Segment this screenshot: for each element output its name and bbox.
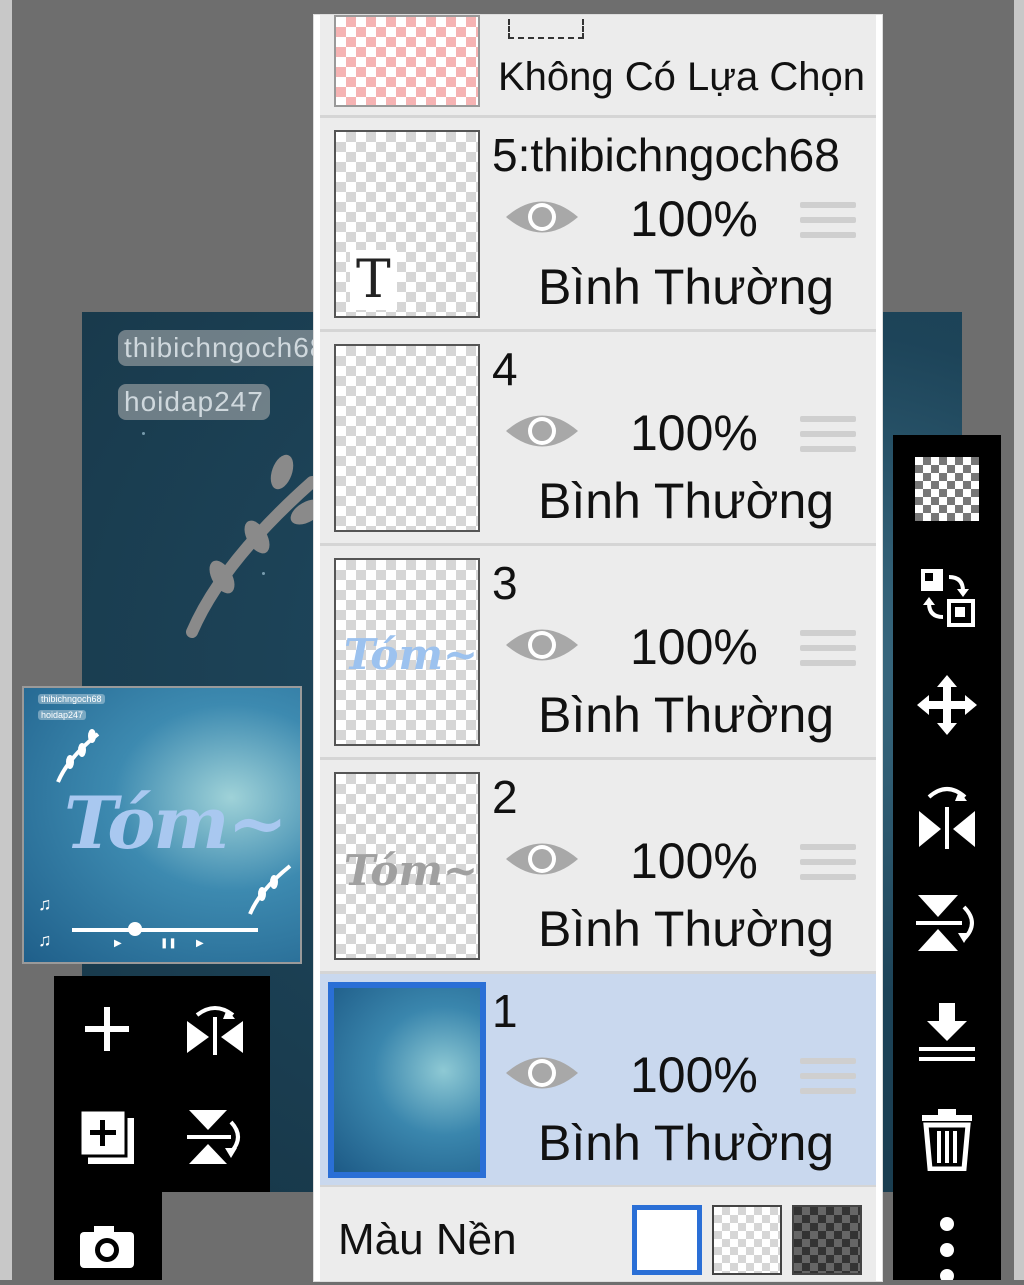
preview-title-text: Tóm~ (64, 780, 288, 865)
pause-icon: ❚❚ (160, 938, 177, 949)
next-icon: ▶ (196, 938, 204, 949)
flip-vertical-icon[interactable] (907, 883, 987, 963)
flip-vertical-icon[interactable] (180, 1102, 250, 1172)
layer-blend-mode[interactable]: Bình Thường (538, 258, 834, 316)
layer-name: 3 (492, 557, 518, 609)
swap-layers-icon[interactable] (907, 557, 987, 637)
layer-blend-mode[interactable]: Bình Thường (538, 472, 834, 530)
layer-thumbnail (334, 344, 480, 532)
thumbnail-text: Tóm~ (344, 630, 479, 679)
camera-icon[interactable] (72, 1212, 142, 1282)
left-toolbar-bottom (54, 1192, 162, 1280)
layer-opacity[interactable]: 100% (630, 832, 758, 890)
screen-edge-right (1014, 0, 1024, 1280)
screen-edge-left (0, 0, 12, 1280)
layer-thumbnail: Tóm~ (334, 772, 480, 960)
preview-watermark: thibichngoch68 (38, 694, 105, 704)
visibility-eye-icon[interactable] (504, 622, 580, 668)
duplicate-layer-icon[interactable] (72, 1102, 142, 1172)
drag-handle-icon[interactable] (800, 416, 856, 461)
selection-layer-row[interactable]: Không Có Lựa Chọn (320, 15, 876, 118)
layers-panel: Không Có Lựa Chọn T 5:thibichngoch68 100… (313, 14, 883, 1282)
visibility-eye-icon[interactable] (504, 194, 580, 240)
visibility-eye-icon[interactable] (504, 1050, 580, 1096)
more-vertical-icon[interactable] (907, 1205, 987, 1285)
transparency-checker-icon[interactable] (907, 449, 987, 529)
drag-handle-icon[interactable] (800, 1058, 856, 1103)
layer-blend-mode[interactable]: Bình Thường (538, 900, 834, 958)
background-white-swatch[interactable] (632, 1205, 702, 1275)
branch-decoration (248, 864, 292, 915)
music-note-icon: ♫ (38, 894, 52, 914)
layer-name: 1 (492, 985, 518, 1037)
layer-opacity[interactable]: 100% (630, 618, 758, 676)
layer-name: 5:thibichngoch68 (492, 129, 840, 181)
progress-bar (72, 928, 258, 932)
canvas-watermark: thibichngoch68 (118, 330, 333, 366)
preview-watermark: hoidap247 (38, 710, 87, 720)
play-icon: ▶ (114, 938, 122, 949)
layer-name: 4 (492, 343, 518, 395)
right-toolbar (893, 435, 1001, 1280)
drag-handle-icon[interactable] (800, 630, 856, 675)
add-layer-icon[interactable] (72, 994, 142, 1064)
trash-icon[interactable] (907, 1099, 987, 1179)
flip-horizontal-icon[interactable] (907, 775, 987, 855)
drag-handle-icon[interactable] (800, 202, 856, 247)
thumbnail-text: Tóm~ (344, 846, 479, 895)
layer-row-4[interactable]: 4 100% Bình Thường (320, 332, 876, 546)
star (142, 432, 145, 435)
selection-marquee-icon (508, 19, 584, 39)
layer-opacity[interactable]: 100% (630, 1046, 758, 1104)
visibility-eye-icon[interactable] (504, 408, 580, 454)
canvas-watermark: hoidap247 (118, 384, 270, 420)
layer-blend-mode[interactable]: Bình Thường (538, 686, 834, 744)
background-transparent-swatch[interactable] (712, 1205, 782, 1275)
branch-decoration (56, 729, 100, 783)
background-color-label: Màu Nền (338, 1215, 517, 1264)
drag-handle-icon[interactable] (800, 844, 856, 889)
selection-thumbnail (334, 15, 480, 107)
merge-down-icon[interactable] (907, 991, 987, 1071)
layer-row-3[interactable]: Tóm~ 3 100% Bình Thường (320, 546, 876, 760)
branch-decoration (186, 454, 324, 638)
layer-opacity[interactable]: 100% (630, 190, 758, 248)
layer-thumbnail: T (334, 130, 480, 318)
layer-row-2[interactable]: Tóm~ 2 100% Bình Thường (320, 760, 876, 974)
move-icon[interactable] (907, 665, 987, 745)
layer-row-1[interactable]: 1 100% Bình Thường (320, 974, 876, 1188)
canvas-preview[interactable]: thibichngoch68 hoidap247 Tóm~ ♫ ♫ ▶ ❚❚ ▶ (22, 686, 302, 964)
layer-row-5[interactable]: T 5:thibichngoch68 100% Bình Thường (320, 118, 876, 332)
progress-knob (128, 922, 142, 936)
selection-label: Không Có Lựa Chọn (498, 55, 866, 99)
left-toolbar (54, 976, 270, 1192)
text-layer-icon: T (350, 250, 397, 310)
layer-thumbnail (328, 982, 486, 1178)
layer-name: 2 (492, 771, 518, 823)
flip-horizontal-icon[interactable] (180, 994, 250, 1064)
layer-thumbnail: Tóm~ (334, 558, 480, 746)
music-note-icon: ♫ (38, 930, 52, 950)
visibility-eye-icon[interactable] (504, 836, 580, 882)
layer-opacity[interactable]: 100% (630, 404, 758, 462)
background-dark-swatch[interactable] (792, 1205, 862, 1275)
layer-blend-mode[interactable]: Bình Thường (538, 1114, 834, 1172)
background-color-row: Màu Nền (320, 1187, 876, 1281)
